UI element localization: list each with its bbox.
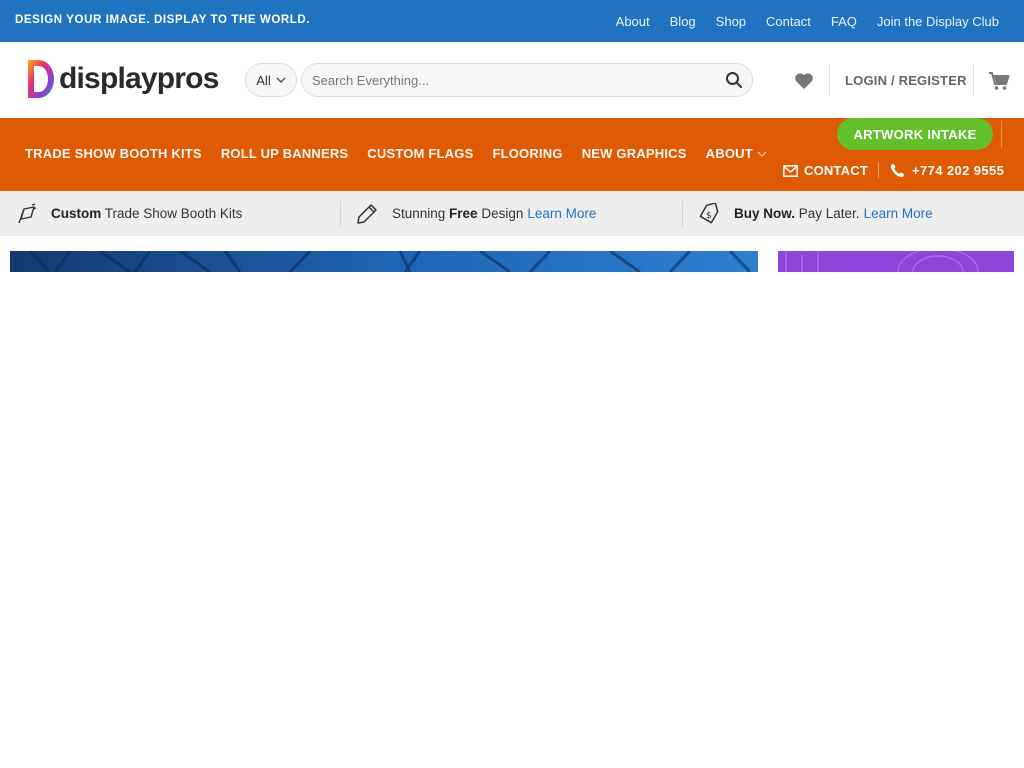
top-bar: DESIGN YOUR IMAGE. DISPLAY TO THE WORLD.…: [0, 0, 1024, 42]
search-input[interactable]: [312, 64, 712, 96]
chevron-down-icon: [757, 151, 767, 157]
nav-roll-up-banners[interactable]: ROLL UP BANNERS: [221, 146, 348, 161]
category-select-value: All: [256, 72, 271, 88]
chevron-down-icon: [276, 77, 286, 83]
pencil-icon: [357, 203, 377, 224]
feature-custom-kits: Custom Trade Show Booth Kits: [15, 191, 242, 236]
artwork-intake-button[interactable]: ARTWORK INTAKE: [837, 118, 993, 150]
nav-trade-show-booth-kits[interactable]: TRADE SHOW BOOTH KITS: [25, 146, 202, 161]
top-link-display-club[interactable]: Join the Display Club: [877, 14, 999, 29]
feature-free-pre: Stunning: [392, 206, 450, 221]
top-link-shop[interactable]: Shop: [716, 14, 746, 29]
hero-banner-image[interactable]: [10, 251, 758, 272]
top-link-blog[interactable]: Blog: [670, 14, 696, 29]
nav-new-graphics[interactable]: NEW GRAPHICS: [582, 146, 687, 161]
feature-free-text: Design: [477, 206, 524, 221]
header-divider: [829, 64, 830, 96]
feature-buy-learn-more-link[interactable]: Learn More: [864, 206, 933, 221]
main-nav: TRADE SHOW BOOTH KITS ROLL UP BANNERS CU…: [0, 118, 1024, 191]
top-link-contact[interactable]: Contact: [766, 14, 811, 29]
search-box: [301, 63, 753, 97]
nav-phone-number: +774 202 9555: [912, 163, 1005, 178]
logo-wordmark: displaypros: [59, 62, 219, 95]
feature-divider: [340, 201, 341, 227]
nav-about[interactable]: ABOUT: [706, 146, 767, 161]
top-link-faq[interactable]: FAQ: [831, 14, 857, 29]
logo-mark-icon: [28, 60, 54, 98]
nav-about-label: ABOUT: [705, 146, 753, 161]
feature-bar: Custom Trade Show Booth Kits Stunning Fr…: [0, 191, 1024, 236]
nav-contact-link[interactable]: CONTACT: [783, 163, 868, 178]
feature-free-bold: Free: [449, 206, 478, 221]
nav-divider: [1001, 120, 1002, 148]
top-link-about[interactable]: About: [616, 14, 650, 29]
side-banner-pattern: [778, 251, 1014, 272]
feature-buy-text: Pay Later.: [795, 206, 860, 221]
tagline: DESIGN YOUR IMAGE. DISPLAY TO THE WORLD.: [15, 14, 311, 26]
nav-flooring[interactable]: FLOORING: [492, 146, 562, 161]
nav-divider: [878, 162, 879, 178]
cart-icon[interactable]: [988, 71, 1010, 91]
feature-custom-bold: Custom: [51, 206, 102, 221]
hero-banner-pattern: [10, 251, 758, 272]
site-logo[interactable]: displaypros: [25, 58, 219, 100]
price-tag-icon: $: [699, 202, 719, 223]
top-nav: About Blog Shop Contact FAQ Join the Dis…: [616, 0, 999, 42]
search-icon[interactable]: [725, 71, 743, 89]
side-banner-image[interactable]: [778, 251, 1014, 272]
feature-custom-text: Trade Show Booth Kits: [101, 206, 243, 221]
feature-buy-bold: Buy Now.: [734, 206, 796, 221]
site-header: displaypros All LOGIN / REGISTER: [0, 42, 1024, 118]
nav-contact-label: CONTACT: [804, 163, 868, 178]
main-menu: TRADE SHOW BOOTH KITS ROLL UP BANNERS CU…: [25, 146, 767, 161]
svg-text:$: $: [706, 211, 712, 221]
feature-free-design: Stunning Free Design Learn More: [356, 191, 596, 236]
feature-divider: [682, 201, 683, 227]
mail-icon: [783, 164, 798, 177]
nav-custom-flags[interactable]: CUSTOM FLAGS: [367, 146, 473, 161]
wishlist-heart-icon[interactable]: [794, 72, 814, 90]
header-divider: [973, 64, 974, 96]
feature-buy-now: $ Buy Now. Pay Later. Learn More: [698, 191, 933, 236]
phone-icon: [890, 163, 905, 178]
login-register-link[interactable]: LOGIN / REGISTER: [845, 73, 967, 88]
category-select[interactable]: All: [245, 63, 297, 97]
nav-phone-link[interactable]: +774 202 9555: [890, 163, 1004, 178]
banner-stand-icon: [18, 202, 37, 223]
feature-free-learn-more-link[interactable]: Learn More: [527, 206, 596, 221]
